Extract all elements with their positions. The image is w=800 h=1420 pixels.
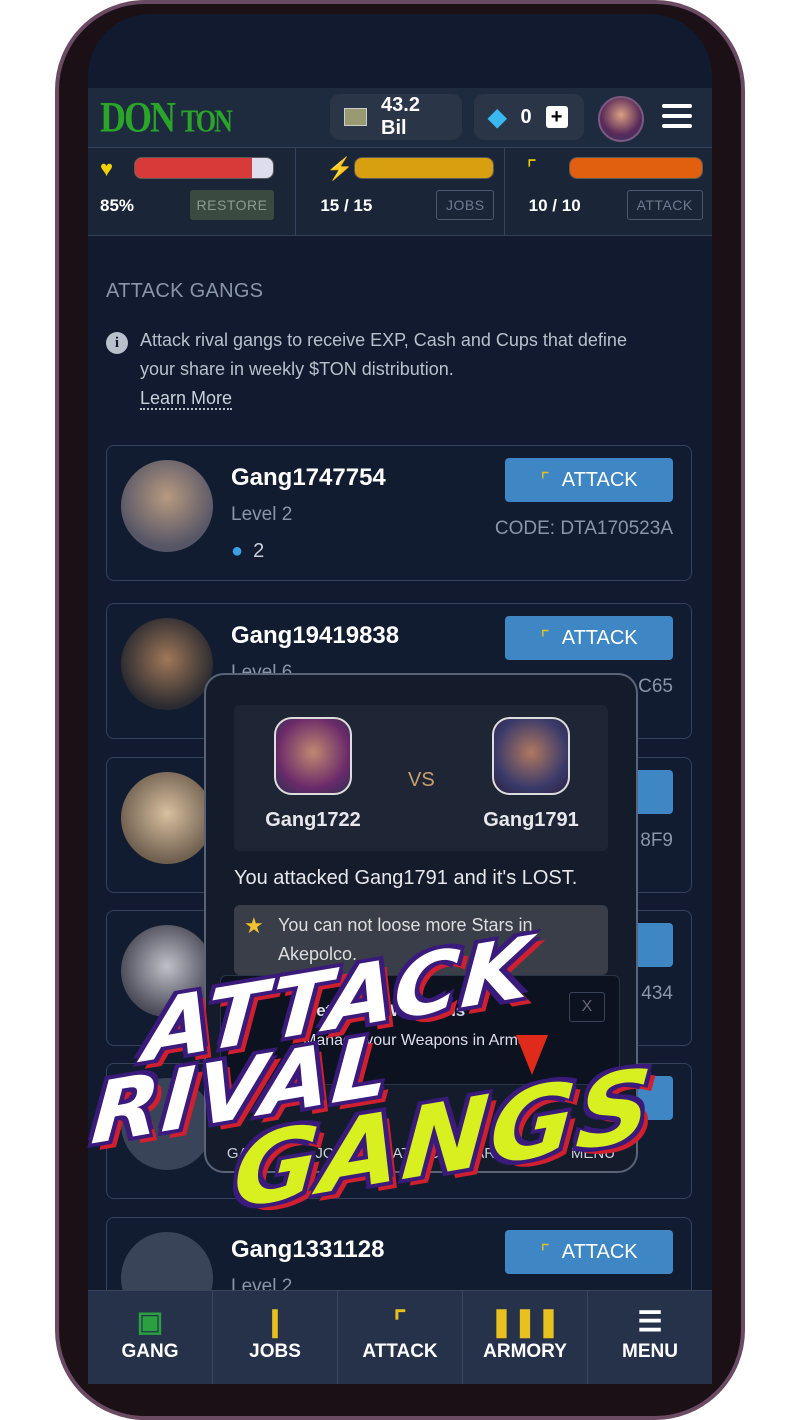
hamburger-icon: ☰	[637, 1306, 663, 1337]
nav-armory[interactable]: ❚❚❚ ARMORY	[463, 1291, 588, 1384]
attack-button[interactable]: ⌜ATTACK	[505, 616, 673, 660]
add-gems-button[interactable]: +	[545, 106, 568, 128]
cash-icon	[344, 108, 368, 126]
cash-balance[interactable]: 43.2 Bil	[330, 94, 462, 140]
info-text: i Attack rival gangs to receive EXP, Cas…	[106, 326, 666, 413]
user-icon: ●	[231, 540, 244, 562]
menu-icon[interactable]	[662, 104, 692, 134]
star-icon: ★	[244, 913, 264, 938]
gang-badge-icon: ▣	[136, 1306, 164, 1337]
pistol-icon: ⌜	[540, 627, 550, 650]
don-ton-logo: DON TON	[100, 93, 233, 141]
pistol-icon: ⌜	[540, 469, 550, 492]
gem-balance: ◆ 0 +	[474, 94, 584, 140]
info-icon: i	[106, 332, 128, 354]
gang-avatar	[121, 460, 213, 552]
nav-gang[interactable]: ▣ GANG	[88, 1291, 213, 1384]
energy-bar	[354, 157, 495, 179]
nav-attack[interactable]: ⌜ ATTACK	[338, 1291, 463, 1384]
ammo-bar	[568, 157, 703, 179]
stats-bar: ♥ 85% RESTORE ⚡ 15 / 15 JOBS ⌜ 10 / 10 A…	[88, 148, 712, 236]
lightning-icon: ⚡	[326, 156, 354, 181]
close-toast-button[interactable]: X	[569, 992, 605, 1022]
player-avatar	[274, 717, 352, 795]
ammo-stat: ⌜ 10 / 10 ATTACK	[505, 148, 712, 235]
learn-more-link[interactable]: Learn More	[140, 388, 233, 410]
attack-button[interactable]: ⌜ATTACK	[505, 1230, 673, 1274]
attack-stat-button[interactable]: ATTACK	[626, 190, 703, 220]
attack-result-text: You attacked Gang1791 and it's LOST.	[234, 867, 578, 889]
nav-menu[interactable]: ☰ MENU	[588, 1291, 712, 1384]
heart-icon: ♥	[100, 156, 114, 181]
opponent-avatar	[492, 717, 570, 795]
pistol-icon: ⌜	[526, 156, 537, 181]
versus-panel: Gang1722 VS Gang1791	[234, 705, 608, 851]
radio-tower-icon: ❙	[263, 1306, 287, 1337]
diamond-icon: ◆	[488, 103, 507, 131]
health-stat: ♥ 85% RESTORE	[88, 148, 297, 235]
restore-button[interactable]: RESTORE	[190, 190, 274, 220]
pistol-icon: ⌜	[393, 1306, 407, 1337]
jobs-button[interactable]: JOBS	[436, 190, 495, 220]
section-title: ATTACK GANGS	[106, 280, 264, 302]
gang-row: Gang1747754 Level 2 ● 2 ⌜ ATTACK CODE: DTA…	[106, 445, 692, 581]
energy-stat: ⚡ 15 / 15 JOBS	[296, 148, 505, 235]
bottom-nav: ▣ GANG ❙ JOBS ⌜ ATTACK ❚❚❚ ARMORY ☰ MENU	[88, 1290, 712, 1384]
attack-button[interactable]: ⌜ATTACK	[505, 458, 673, 502]
bullets-icon: ❚❚❚	[489, 1306, 561, 1337]
health-bar	[134, 157, 274, 179]
member-count: ● 2	[231, 540, 265, 562]
top-bar: DON TON 43.2 Bil ◆ 0 +	[88, 88, 712, 148]
gang-avatar	[121, 618, 213, 710]
gang-avatar	[121, 772, 213, 864]
nav-jobs[interactable]: ❙ JOBS	[213, 1291, 338, 1384]
profile-avatar[interactable]	[598, 96, 644, 142]
